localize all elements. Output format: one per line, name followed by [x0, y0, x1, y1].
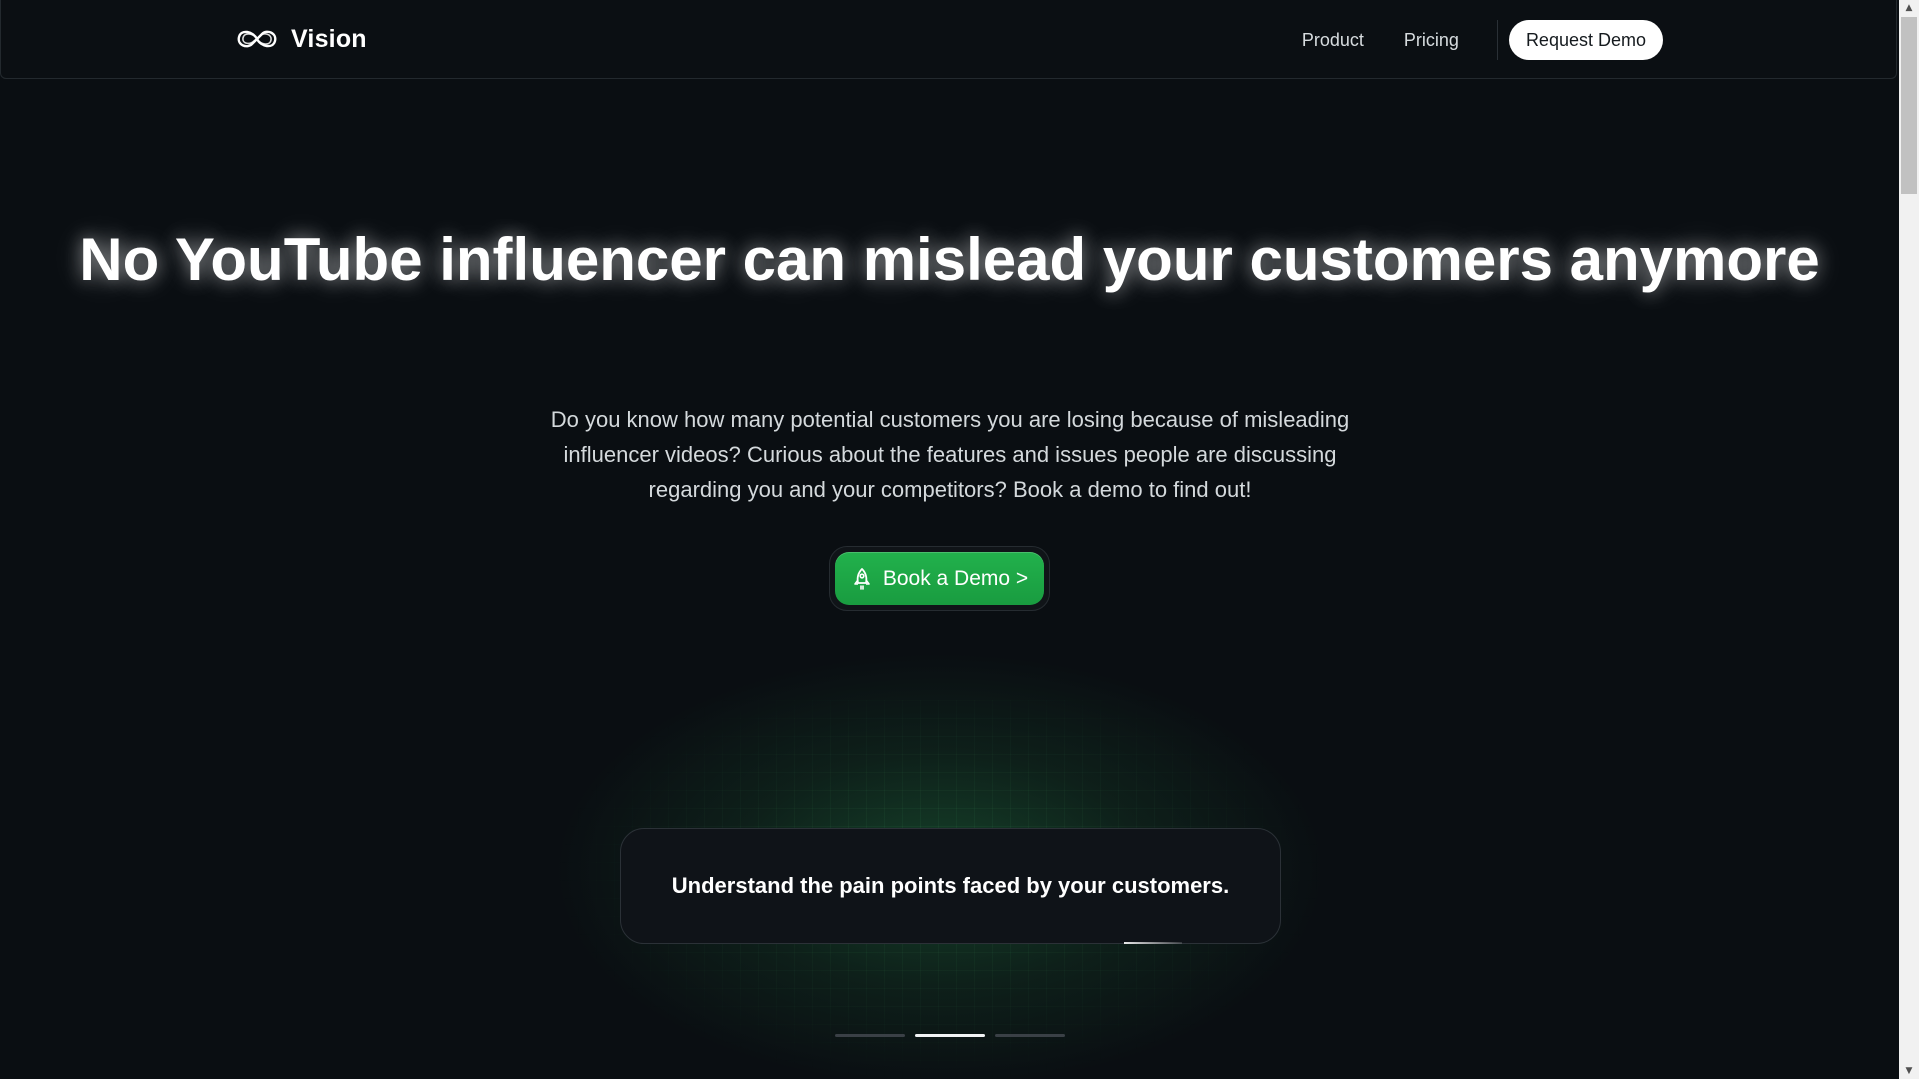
rocket-icon	[854, 567, 870, 590]
nav-link-pricing[interactable]: Pricing	[1404, 30, 1459, 51]
feature-card: Understand the pain points faced by your…	[620, 828, 1281, 944]
feature-text: Understand the pain points faced by your…	[671, 873, 1230, 898]
cta-frame: Book a Demo >	[829, 546, 1050, 611]
nav-divider	[1496, 20, 1498, 60]
infinity-icon	[237, 30, 277, 48]
nav-link-product[interactable]: Product	[1302, 30, 1364, 51]
hero-title: No YouTube influencer can mislead your c…	[79, 226, 1820, 293]
hero-subtitle: Do you know how many potential customers…	[550, 407, 1350, 502]
brand-link[interactable]: Vision	[235, 21, 367, 57]
book-demo-label: Book a Demo >	[882, 566, 1029, 590]
scrollbar[interactable]: ▲ ▼	[1899, 0, 1919, 1079]
carousel-indicator-2[interactable]	[915, 1034, 985, 1037]
brand-name: Vision	[291, 24, 367, 53]
navbar: Vision Product Pricing Request Demo	[0, 0, 1897, 79]
scroll-thumb[interactable]	[1901, 17, 1917, 194]
book-demo-button[interactable]: Book a Demo >	[835, 552, 1044, 605]
scroll-up-arrow-icon[interactable]: ▲	[1899, 0, 1919, 16]
carousel-indicators	[835, 1034, 1065, 1037]
page: Vision Product Pricing Request Demo No Y…	[0, 0, 1899, 1079]
request-demo-button[interactable]: Request Demo	[1508, 20, 1663, 60]
carousel-indicator-1[interactable]	[835, 1034, 905, 1037]
slide-progress-bar	[1124, 942, 1182, 944]
scroll-down-arrow-icon[interactable]: ▼	[1899, 1063, 1919, 1079]
nav-links: Product Pricing Request Demo	[1302, 20, 1663, 60]
carousel-indicator-3[interactable]	[995, 1034, 1065, 1037]
